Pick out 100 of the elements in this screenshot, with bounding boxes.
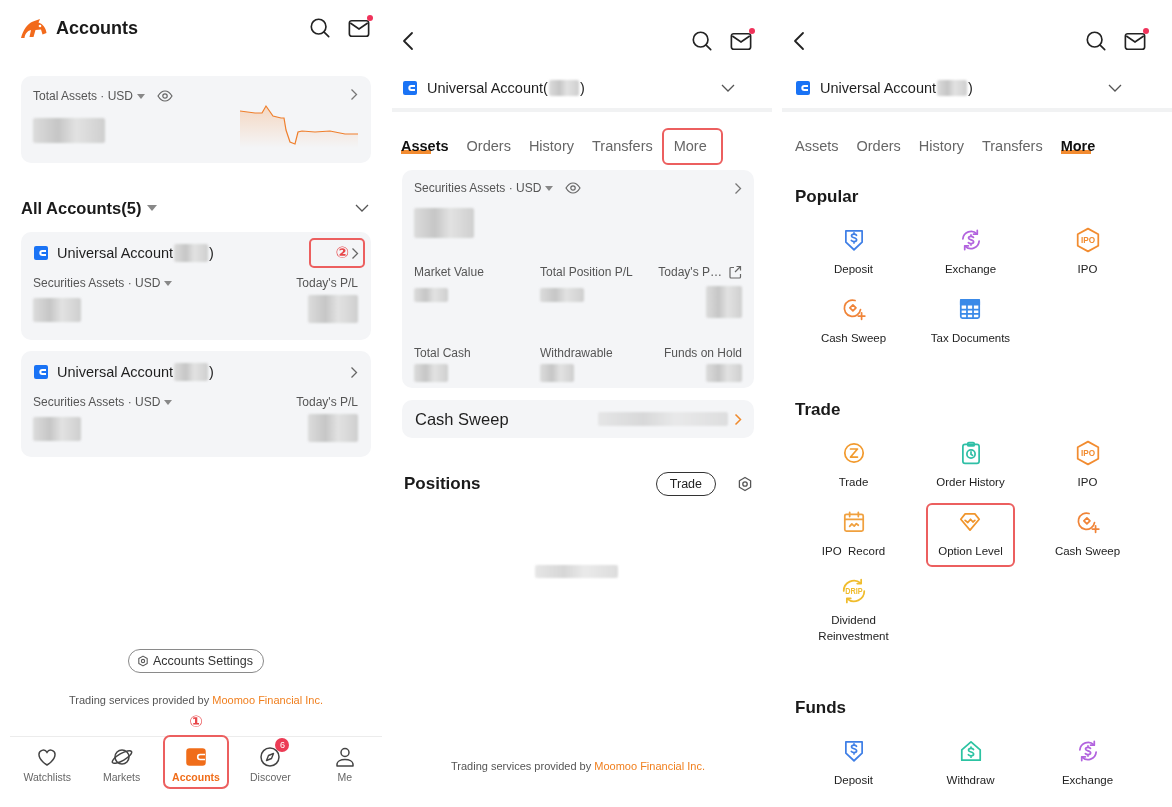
- redacted-value: [540, 364, 574, 382]
- chevron-right-icon[interactable]: [350, 88, 358, 101]
- assets-label: Securities Assets · USD: [33, 275, 161, 291]
- redacted-value: [414, 364, 448, 382]
- pl-label: Today's P/L: [296, 275, 358, 291]
- menu-item[interactable]: Deposit: [822, 732, 885, 796]
- metric-label: Today's P…: [658, 264, 722, 280]
- caret-down-icon[interactable]: [164, 399, 173, 405]
- metric-label: Funds on Hold: [663, 345, 742, 361]
- redacted-value: [706, 286, 742, 318]
- menu-item[interactable]: Withdraw: [934, 732, 1007, 796]
- menu-item[interactable]: Order History: [924, 434, 1017, 498]
- account-name: Universal Account: [57, 245, 174, 261]
- logo-icon: [20, 17, 48, 39]
- chevron-right-icon: [351, 246, 359, 260]
- account-card[interactable]: Universal Account ) ② Securities Assets · USD Today's P/L: [21, 232, 371, 340]
- menu-item[interactable]: Cash Sweep: [808, 290, 899, 354]
- menu-item[interactable]: Deposit: [822, 221, 885, 285]
- redacted-value: [33, 298, 81, 322]
- tab[interactable]: More: [661, 128, 723, 165]
- account-card[interactable]: Universal Account ) Securities Assets · USD Today's P/L: [21, 351, 371, 457]
- back-icon[interactable]: [402, 31, 414, 51]
- trade-button[interactable]: Trade: [655, 472, 716, 496]
- mail-icon[interactable]: [730, 31, 752, 51]
- eye-icon[interactable]: [157, 90, 174, 102]
- menu-item[interactable]: IPO IPO: [1062, 434, 1113, 498]
- search-icon[interactable]: [1085, 30, 1107, 52]
- redacted-value: [174, 244, 209, 262]
- menu-item[interactable]: DRIP Dividend Reinvestment: [797, 572, 910, 652]
- tab[interactable]: Orders: [847, 128, 910, 165]
- cash-sweep-card[interactable]: Cash Sweep: [402, 400, 754, 438]
- account-logo-icon: [34, 246, 48, 260]
- chevron-down-icon[interactable]: [1108, 84, 1122, 92]
- screen-title: Accounts: [56, 17, 138, 39]
- chevron-right-icon: [350, 365, 358, 379]
- securities-label: Securities Assets · USD: [414, 180, 542, 196]
- settings-icon[interactable]: [737, 476, 753, 492]
- tab[interactable]: Transfers: [972, 128, 1052, 165]
- menu-item[interactable]: Exchange: [932, 221, 1009, 285]
- total-assets-card[interactable]: Total Assets · USD: [21, 76, 371, 163]
- back-icon[interactable]: [793, 31, 805, 51]
- section-title: Trade: [795, 399, 842, 421]
- nav-tab[interactable]: Markets: [88, 735, 155, 789]
- tab[interactable]: Assets: [786, 128, 848, 165]
- menu-item[interactable]: IPO IPO: [1062, 221, 1113, 285]
- menu-item[interactable]: Exchange: [1049, 732, 1126, 796]
- account-logo-icon: [403, 81, 417, 95]
- redacted-value: [33, 417, 81, 441]
- chevron-down-icon[interactable]: [721, 84, 735, 92]
- caret-down-icon[interactable]: [164, 280, 173, 286]
- hexagon-badge-icon: IPO: [1074, 440, 1101, 466]
- step-number: ②: [335, 244, 349, 262]
- redacted-value: [414, 288, 448, 302]
- share-icon[interactable]: [728, 265, 742, 279]
- metric-label: Market Value: [414, 264, 484, 280]
- redacted-value: [414, 208, 474, 238]
- caret-down-icon[interactable]: [137, 93, 146, 99]
- menu-item[interactable]: IPO Record: [809, 503, 898, 567]
- nav-tab[interactable]: Me: [311, 735, 378, 789]
- chevron-right-icon[interactable]: [734, 181, 742, 195]
- open-account-button[interactable]: ②: [309, 238, 365, 268]
- account-name: Universal Account: [57, 364, 174, 380]
- settings-button[interactable]: Accounts Settings: [127, 649, 265, 673]
- metric-label: Total Position P/L: [540, 264, 633, 280]
- tab[interactable]: History: [519, 128, 583, 165]
- chevron-down-icon[interactable]: [355, 204, 369, 212]
- assets-label: Securities Assets · USD: [33, 394, 161, 410]
- securities-card[interactable]: Securities Assets · USD Market Value Total Position P/L Today's P… Total Cash Withdrawable Funds on Hold: [402, 170, 754, 388]
- menu-item[interactable]: Cash Sweep: [1042, 503, 1133, 567]
- menu-item[interactable]: Tax Documents: [918, 290, 1023, 354]
- mail-icon[interactable]: [1124, 31, 1146, 51]
- nav-tab[interactable]: Watchlists: [14, 735, 81, 789]
- open-account-button[interactable]: [350, 365, 358, 379]
- section-title: Positions: [404, 474, 481, 494]
- caret-down-icon[interactable]: [147, 205, 158, 211]
- redacted-value: [308, 295, 358, 323]
- menu-item[interactable]: Option Level: [926, 503, 1015, 567]
- menu-item[interactable]: Trade: [826, 434, 881, 498]
- search-icon[interactable]: [691, 30, 713, 52]
- account-name[interactable]: Universal Account(: [427, 80, 548, 96]
- account-name-end: ): [968, 80, 973, 96]
- caret-down-icon[interactable]: [545, 185, 554, 191]
- eye-icon[interactable]: [565, 182, 582, 194]
- account-name[interactable]: Universal Account: [820, 80, 937, 96]
- metric-label: Withdrawable: [540, 345, 613, 361]
- search-icon[interactable]: [309, 17, 331, 39]
- total-assets-label: Total Assets · USD: [33, 88, 134, 104]
- footer-text: Trading services provided by Moomoo Financial Inc.: [450, 759, 706, 774]
- cash-sweep-label: Cash Sweep: [415, 409, 509, 429]
- account-logo-icon: [796, 81, 810, 95]
- redacted-value: [174, 363, 209, 381]
- tab[interactable]: Orders: [457, 128, 520, 165]
- tab[interactable]: Transfers: [583, 128, 662, 165]
- tab[interactable]: History: [909, 128, 973, 165]
- redacted-value: [937, 80, 968, 96]
- redacted-value: [706, 364, 742, 382]
- nav-tab[interactable]: 6 Discover: [237, 735, 304, 789]
- account-logo-icon: [34, 365, 48, 379]
- account-name-end: ): [209, 364, 214, 380]
- mail-icon[interactable]: [348, 18, 370, 38]
